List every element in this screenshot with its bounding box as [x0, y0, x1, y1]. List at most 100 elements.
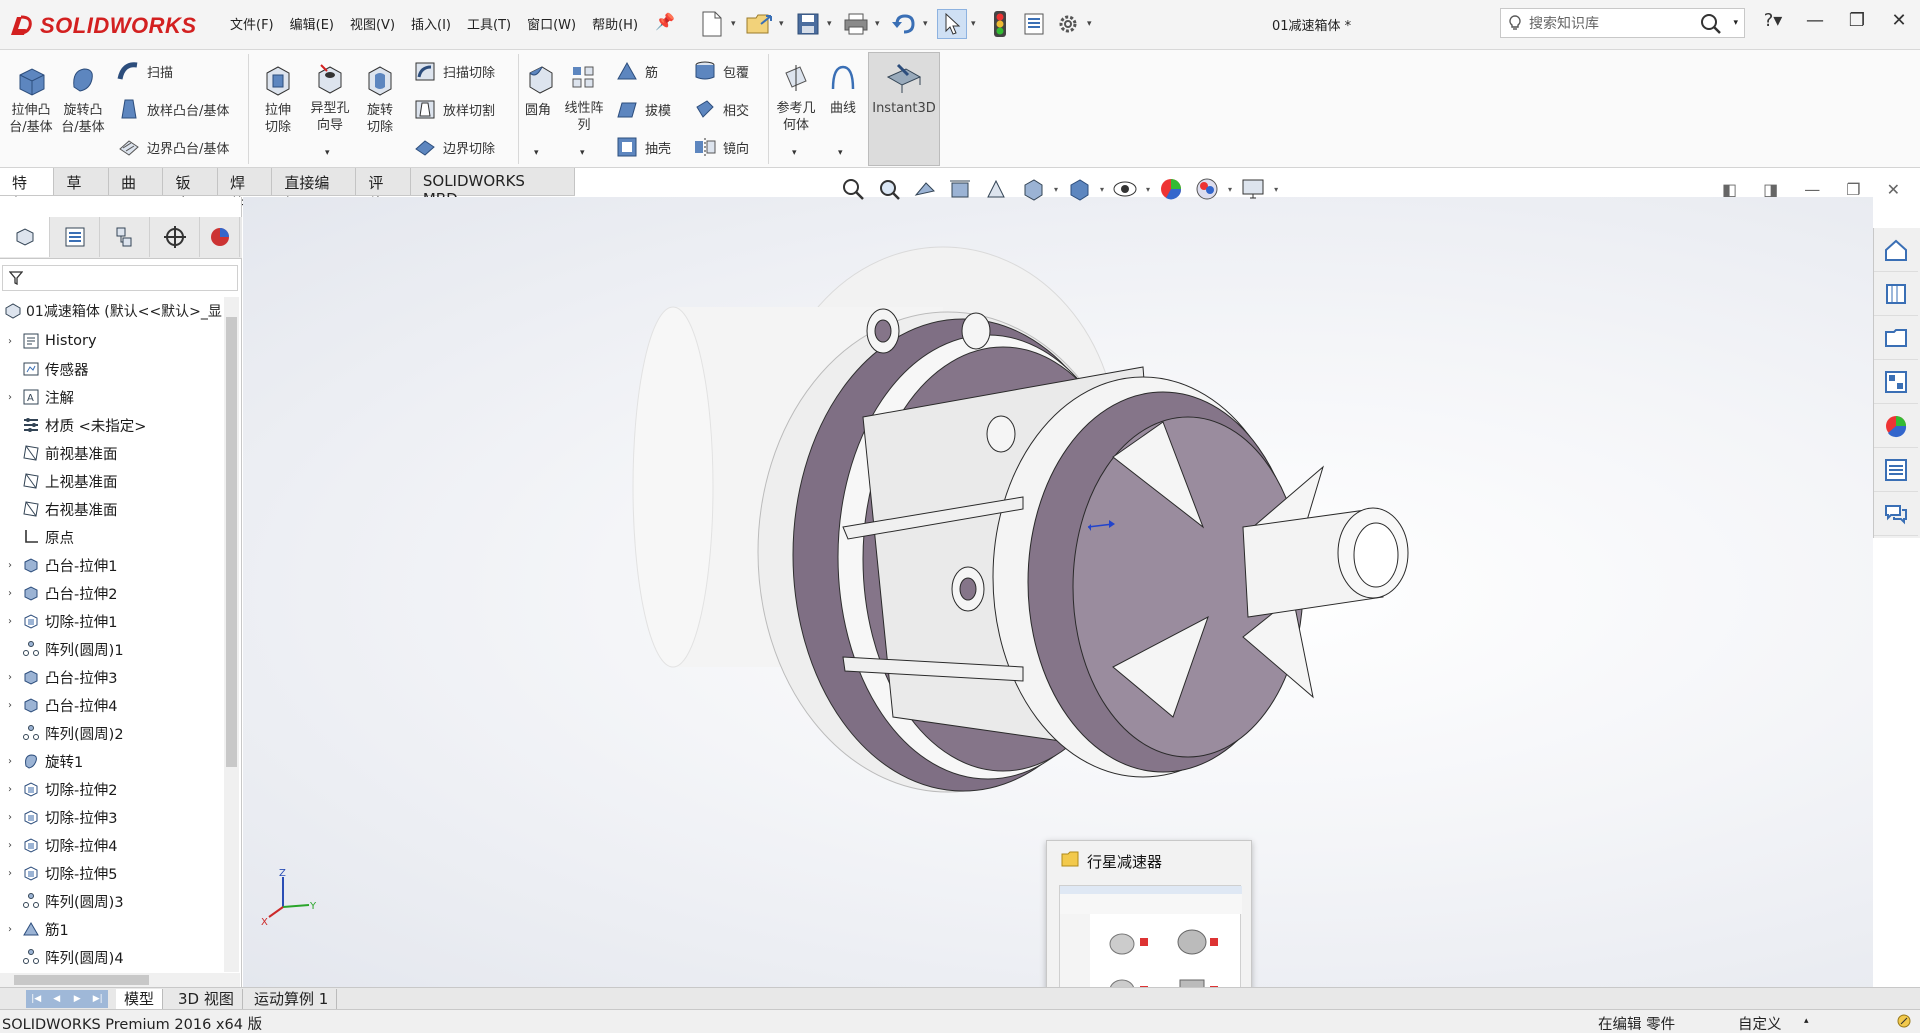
curves-dropdown[interactable]: ▾: [838, 148, 843, 158]
property-manager-tab-icon[interactable]: [50, 217, 100, 257]
dynamic-annotation-icon[interactable]: [982, 174, 1012, 204]
tree-item[interactable]: 右视基准面: [0, 495, 224, 523]
axis-triad[interactable]: Z Y X: [259, 867, 319, 931]
menu-edit[interactable]: 编辑(E): [282, 14, 342, 33]
expand-arrow-icon[interactable]: ›: [0, 560, 20, 571]
scroll-thumb[interactable]: [226, 317, 237, 767]
restore-icon[interactable]: ❐: [1846, 10, 1868, 31]
tab-3d-views[interactable]: 3D 视图: [170, 989, 243, 1009]
tab-weldments[interactable]: 焊件: [218, 168, 273, 213]
sweep-button[interactable]: 扫描: [116, 58, 173, 84]
options-dropdown[interactable]: ▾: [1087, 19, 1097, 29]
menu-window[interactable]: 窗口(W): [519, 14, 584, 33]
reference-geometry-button[interactable]: 参考几何体: [772, 58, 820, 134]
expand-arrow-icon[interactable]: ›: [0, 700, 20, 711]
forum-icon[interactable]: [1874, 492, 1918, 536]
rib-button[interactable]: 筋: [614, 58, 658, 84]
menu-insert[interactable]: 插入(I): [403, 14, 459, 33]
expand-arrow-icon[interactable]: ›: [0, 336, 20, 347]
tree-item[interactable]: › 凸台-拉伸2: [0, 579, 224, 607]
select-dropdown[interactable]: ▾: [971, 19, 981, 29]
menu-tools[interactable]: 工具(T): [459, 14, 519, 33]
search-dropdown[interactable]: ▾: [1733, 18, 1738, 28]
view-orientation-dropdown[interactable]: ▾: [1054, 185, 1058, 194]
tree-item[interactable]: › 切除-拉伸5: [0, 859, 224, 887]
draft-button[interactable]: 拔模: [614, 96, 671, 122]
tree-item[interactable]: › 切除-拉伸4: [0, 831, 224, 859]
configuration-manager-tab-icon[interactable]: [100, 217, 150, 257]
tree-item[interactable]: 前视基准面: [0, 439, 224, 467]
zoom-to-fit-icon[interactable]: [838, 174, 868, 204]
viewport-minimize-icon[interactable]: —: [1804, 180, 1820, 199]
curves-button[interactable]: 曲线: [822, 58, 864, 117]
next-tab-icon[interactable]: ▶: [67, 990, 88, 1008]
display-manager-tab-icon[interactable]: [200, 217, 240, 257]
tree-item[interactable]: › 筋1: [0, 915, 224, 943]
close-icon[interactable]: ✕: [1888, 10, 1910, 31]
edit-appearance-icon[interactable]: [1156, 174, 1186, 204]
new-dropdown[interactable]: ▾: [731, 19, 741, 29]
tab-evaluate[interactable]: 评估: [356, 168, 411, 213]
section-view-icon[interactable]: [946, 174, 976, 204]
search-knowledge-base[interactable]: 搜索知识库 ▾: [1500, 8, 1745, 38]
view-palette-icon[interactable]: [1874, 360, 1918, 404]
undo-dropdown[interactable]: ▾: [923, 19, 933, 29]
scene-dropdown[interactable]: ▾: [1228, 185, 1232, 194]
tree-item[interactable]: 原点: [0, 523, 224, 551]
apply-scene-icon[interactable]: [1192, 174, 1222, 204]
tree-item[interactable]: 材质 <未指定>: [0, 411, 224, 439]
viewport-close-icon[interactable]: ✕: [1887, 180, 1900, 199]
tree-item[interactable]: 阵列(圆周)1: [0, 635, 224, 663]
tab-sketch[interactable]: 草图: [54, 168, 109, 213]
tree-item[interactable]: 阵列(圆周)2: [0, 719, 224, 747]
tree-item[interactable]: › 切除-拉伸2: [0, 775, 224, 803]
fillet-dropdown[interactable]: ▾: [534, 148, 539, 158]
design-library-icon[interactable]: [1874, 272, 1918, 316]
print-icon[interactable]: [841, 9, 871, 39]
tree-item[interactable]: › 旋转1: [0, 747, 224, 775]
prev-tab-icon[interactable]: ◀: [47, 990, 68, 1008]
menu-file[interactable]: 文件(F): [222, 14, 282, 33]
tab-model[interactable]: 模型: [116, 989, 164, 1009]
tree-item[interactable]: 上视基准面: [0, 467, 224, 495]
loft-boss-button[interactable]: 放样凸台/基体: [116, 96, 229, 122]
feature-manager-tab-icon[interactable]: [0, 217, 50, 257]
zoom-area-icon[interactable]: [874, 174, 904, 204]
loft-cut-button[interactable]: 放样切割: [412, 96, 495, 122]
tab-surfaces[interactable]: 曲面: [109, 168, 164, 213]
ref-geometry-dropdown[interactable]: ▾: [792, 148, 797, 158]
file-explorer-icon[interactable]: [1874, 316, 1918, 360]
undo-icon[interactable]: [889, 9, 919, 39]
solidworks-logo[interactable]: SOLIDWORKS: [8, 8, 198, 44]
open-folder-icon[interactable]: [745, 9, 775, 39]
view-orientation-icon[interactable]: [1018, 174, 1048, 204]
expand-arrow-icon[interactable]: ›: [0, 924, 20, 935]
tree-filter[interactable]: [2, 265, 238, 291]
tab-features[interactable]: 特征: [0, 168, 55, 213]
hole-wizard-button[interactable]: 异型孔向导: [306, 58, 354, 134]
custom-properties-icon[interactable]: [1874, 448, 1918, 492]
shell-button[interactable]: 抽壳: [614, 134, 671, 160]
tree-horizontal-scrollbar[interactable]: [0, 973, 240, 987]
expand-arrow-icon[interactable]: ›: [0, 588, 20, 599]
print-dropdown[interactable]: ▾: [875, 19, 885, 29]
save-dropdown[interactable]: ▾: [827, 19, 837, 29]
last-tab-icon[interactable]: ▶|: [88, 990, 109, 1008]
intersect-button[interactable]: 相交: [692, 96, 749, 122]
tree-item[interactable]: › 切除-拉伸3: [0, 803, 224, 831]
file-properties-icon[interactable]: [1019, 9, 1049, 39]
menu-view[interactable]: 视图(V): [342, 14, 403, 33]
linear-pattern-button[interactable]: 线性阵列: [560, 58, 608, 134]
extrude-cut-button[interactable]: 拉伸切除: [254, 60, 302, 136]
expand-arrow-icon[interactable]: ›: [0, 784, 20, 795]
tree-item[interactable]: › 凸台-拉伸4: [0, 691, 224, 719]
menu-help[interactable]: 帮助(H): [584, 14, 646, 33]
expand-arrow-icon[interactable]: ›: [0, 672, 20, 683]
expand-arrow-icon[interactable]: ›: [0, 616, 20, 627]
tree-item[interactable]: › A 注解: [0, 383, 224, 411]
first-tab-icon[interactable]: |◀: [26, 990, 47, 1008]
hide-show-items-icon[interactable]: [1110, 174, 1140, 204]
wrap-button[interactable]: 包覆: [692, 58, 749, 84]
view-settings-dropdown[interactable]: ▾: [1274, 185, 1278, 194]
fillet-button[interactable]: 圆角: [520, 60, 556, 119]
